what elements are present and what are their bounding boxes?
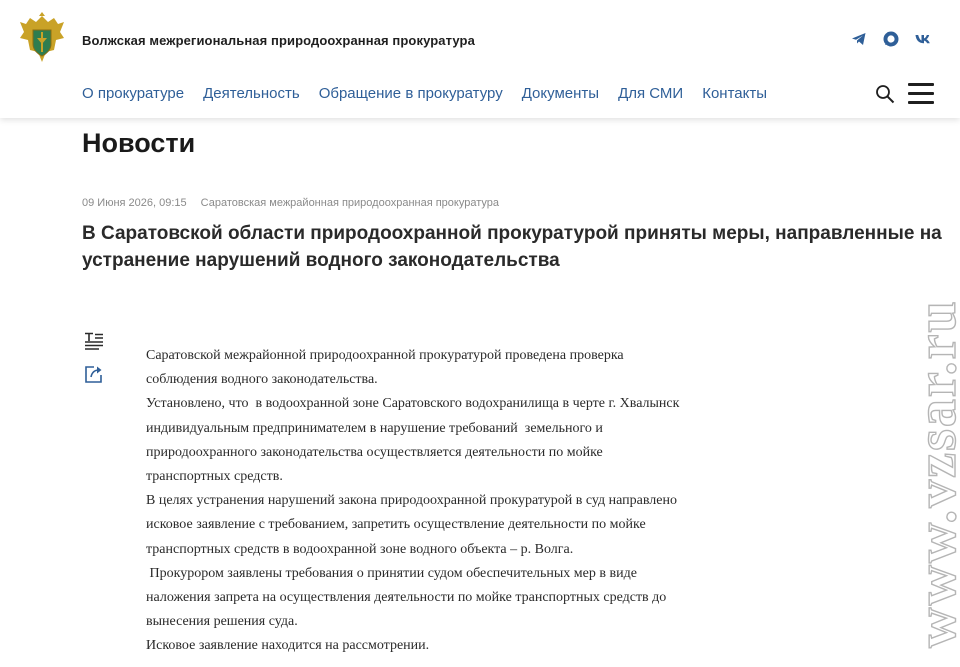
telegram-icon[interactable] [850, 30, 868, 48]
article-line: исковое заявление с требованием, запрети… [146, 517, 646, 533]
hamburger-menu-icon[interactable] [908, 83, 934, 104]
nav-about[interactable]: О прокуратуре [82, 85, 184, 102]
nav-contacts[interactable]: Контакты [702, 85, 767, 102]
article-line: Саратовской межрайонной природоохранной … [146, 348, 624, 363]
nav-documents[interactable]: Документы [522, 85, 599, 102]
article-line: индивидуальным предпринимателем в наруше… [146, 420, 603, 436]
search-icon[interactable] [875, 84, 895, 104]
article-line: В целях устранения нарушений закона прир… [146, 493, 677, 509]
share-icon[interactable] [84, 364, 104, 384]
social-links [850, 30, 932, 48]
text-version-icon[interactable] [84, 332, 104, 352]
article-line: наложения запрета на осуществления деяте… [146, 590, 667, 606]
article-line: Исковое заявление находится на рассмотре… [146, 638, 430, 654]
article-line: соблюдения водного законодательства. [146, 372, 378, 388]
article-line: природоохранного законодательства осущес… [146, 444, 603, 460]
max-icon[interactable] [882, 30, 900, 48]
article-source[interactable]: Саратовская межрайонная природоохранная … [201, 197, 499, 209]
article-line: вынесения решения суда. [146, 614, 298, 630]
article-meta: 09 Июня 2026, 09:15 Саратовская межрайон… [82, 197, 499, 209]
article-line: Прокурором заявлены требования о приняти… [146, 565, 637, 581]
site-header: Волжская межрегиональная природоохранная… [0, 0, 960, 118]
article-body: Саратовской межрайонной природоохранной … [146, 344, 746, 659]
main-nav: О прокуратуре Деятельность Обращение в п… [82, 85, 767, 102]
article-date: 09 Июня 2026, 09:15 [82, 197, 187, 209]
article-title: В Саратовской области природоохранной пр… [82, 223, 942, 271]
article-line: транспортных средств в водоохранной зоне… [146, 541, 574, 557]
nav-activity[interactable]: Деятельность [203, 85, 300, 102]
watermark: www.vzsar.ru [905, 299, 960, 649]
article-line: Установлено, что в водоохранной зоне Сар… [146, 396, 680, 412]
article-line: транспортных средств. [146, 469, 283, 485]
nav-appeal[interactable]: Обращение в прокуратуру [319, 85, 503, 102]
site-title[interactable]: Волжская межрегиональная природоохранная… [82, 33, 475, 48]
nav-media[interactable]: Для СМИ [618, 85, 683, 102]
prosecutor-emblem-icon[interactable] [16, 10, 68, 68]
vk-icon[interactable] [914, 30, 932, 48]
page-title: Новости [82, 128, 196, 158]
